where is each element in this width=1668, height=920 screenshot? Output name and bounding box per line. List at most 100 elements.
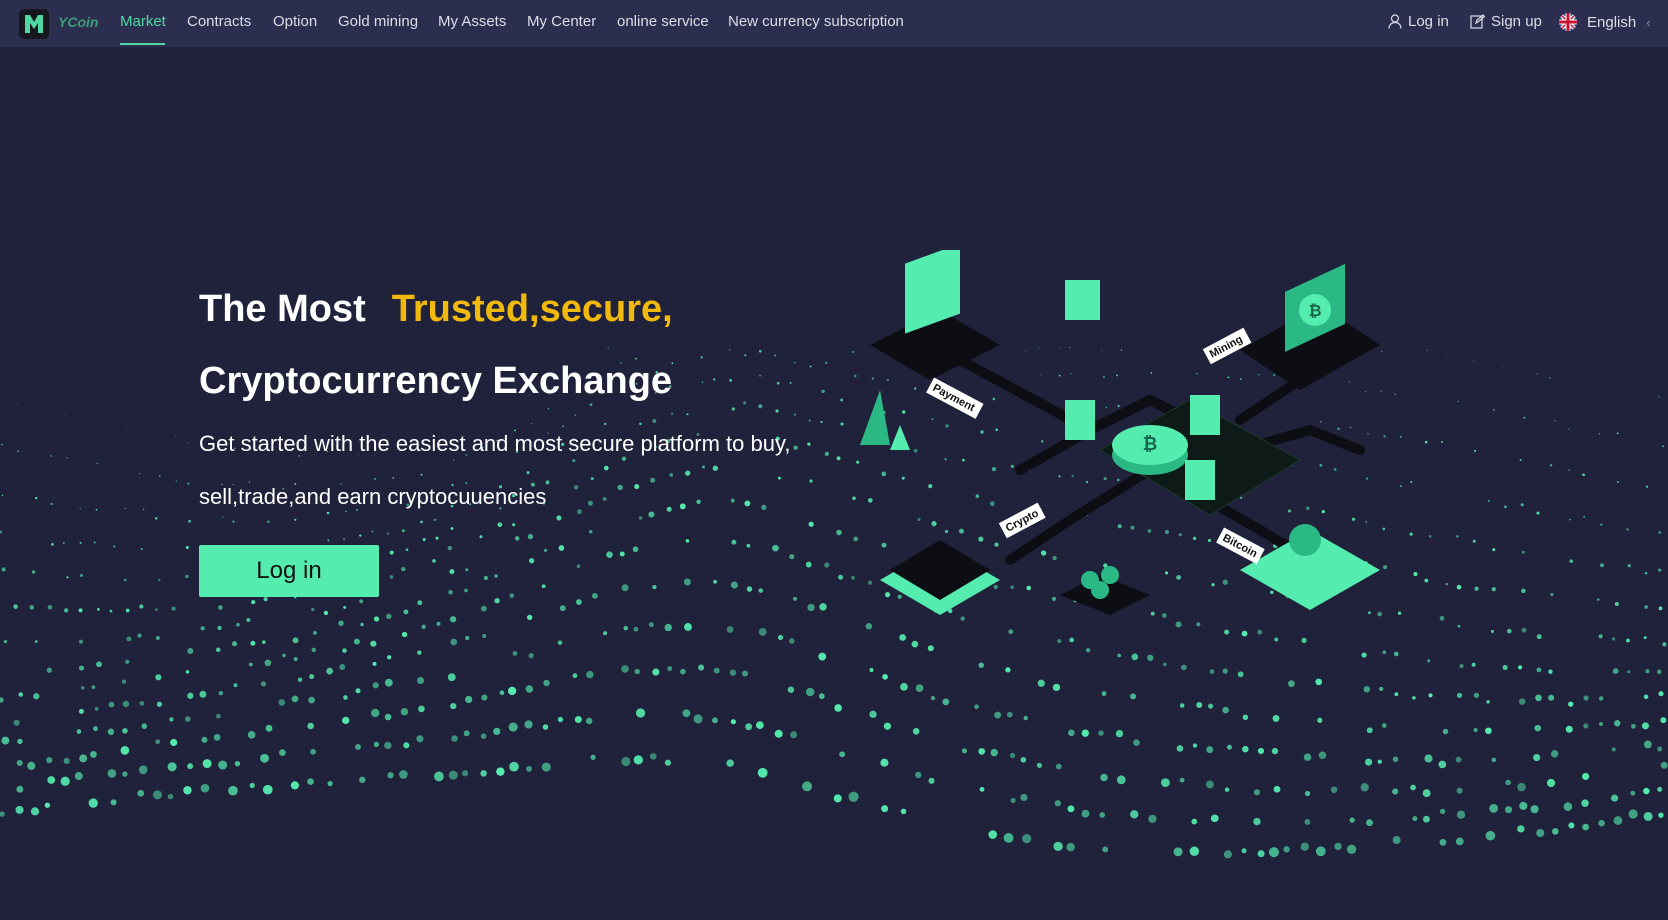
particle-dot [1630,790,1636,796]
particle-dot [1257,850,1265,858]
particle-dot [64,608,69,613]
particle-dot [1148,814,1157,823]
particle-dot [1583,695,1589,701]
particle-dot [526,471,530,475]
particle-dot [1023,715,1028,721]
nav-my-center[interactable]: My Center [527,13,596,30]
particle-dot [185,574,189,579]
particle-dot [726,759,734,767]
particle-dot [1517,782,1526,792]
nav-online-service[interactable]: online service [617,13,709,30]
particle-dot [1487,500,1490,503]
particle-dot [1081,809,1090,818]
particle-dot [311,647,316,653]
particle-dot [633,626,639,632]
particle-dot [343,605,347,609]
particle-dot [730,498,735,503]
signup-link[interactable]: Sign up [1470,13,1542,30]
particle-dot [1318,751,1327,760]
particle-dot [1,567,6,572]
particle-dot [451,735,458,742]
particle-dot [1115,729,1124,738]
particle-dot [1552,828,1559,835]
particle-dot [541,762,551,772]
particle-dot [634,668,640,675]
particle-dot [664,623,672,632]
particle-dot [35,497,38,500]
particle-dot [617,484,623,491]
particle-dot [623,625,629,631]
nav-option[interactable]: Option [273,13,317,30]
particle-dot [278,699,286,706]
particle-dot [512,651,518,656]
nav-my-assets[interactable]: My Assets [438,13,506,30]
particle-dot [309,674,315,680]
particle-dot [17,738,23,745]
particle-dot [1569,559,1574,564]
particle-dot [403,609,409,615]
particle-dot [1661,445,1664,448]
particle-dot [808,521,814,527]
language-selector[interactable]: English ‹ [1559,13,1651,31]
nav-gold-mining[interactable]: Gold mining [338,13,418,30]
particle-dot [824,562,830,568]
particle-dot [126,428,127,430]
particle-dot [729,669,737,676]
particle-dot [1563,802,1573,811]
signup-label: Sign up [1491,13,1542,30]
particle-dot [742,670,749,677]
particle-dot [818,693,825,700]
particle-dot [1081,729,1090,737]
particle-dot [1412,696,1416,700]
particle-dot [1036,762,1042,768]
hero-login-button[interactable]: Log in [199,545,379,597]
particle-dot [1268,847,1279,858]
particle-dot [447,545,453,551]
particle-dot [1377,759,1382,764]
particle-dot [508,722,518,732]
particle-dot [1610,794,1619,802]
particle-dot [809,365,812,368]
particle-dot [155,517,158,520]
particle-dot [138,472,141,475]
nav-market[interactable]: Market [120,13,166,30]
particle-dot [1162,662,1167,667]
particle-dot [808,419,811,422]
particle-dot [260,681,267,687]
particle-dot [1003,832,1014,843]
particle-dot [373,741,380,747]
login-link[interactable]: Log in [1388,13,1449,30]
particle-dot [326,667,333,675]
particle-dot [670,412,674,415]
particle-dot [1549,377,1551,379]
particle-dot [152,790,163,800]
particle-dot [464,635,470,641]
particle-dot [664,759,671,766]
particle-dot [200,783,210,793]
particle-dot [1099,812,1106,818]
particle-dot [684,470,691,476]
particle-dot [293,657,298,662]
nav-new-currency[interactable]: New currency subscription [728,13,904,30]
particle-dot [1519,459,1522,461]
particle-dot [481,694,488,701]
particle-dot [234,760,241,767]
particle-dot [142,508,145,511]
particle-dot [92,726,98,732]
particle-dot [465,568,469,572]
particle-dot [1242,714,1249,721]
particle-dot [1334,842,1342,851]
particle-dot [16,785,24,793]
logo-icon[interactable] [19,9,49,39]
particle-dot [758,588,764,593]
brand-name[interactable]: YCoin [58,14,98,30]
particle-dot [619,551,625,557]
particle-dot [76,729,82,734]
particle-dot [251,600,256,605]
particle-dot [1304,790,1311,797]
particle-dot [215,647,221,653]
particle-dot [680,668,686,675]
nav-contracts[interactable]: Contracts [187,13,251,30]
particle-dot [1658,691,1664,697]
particle-dot [592,592,598,599]
